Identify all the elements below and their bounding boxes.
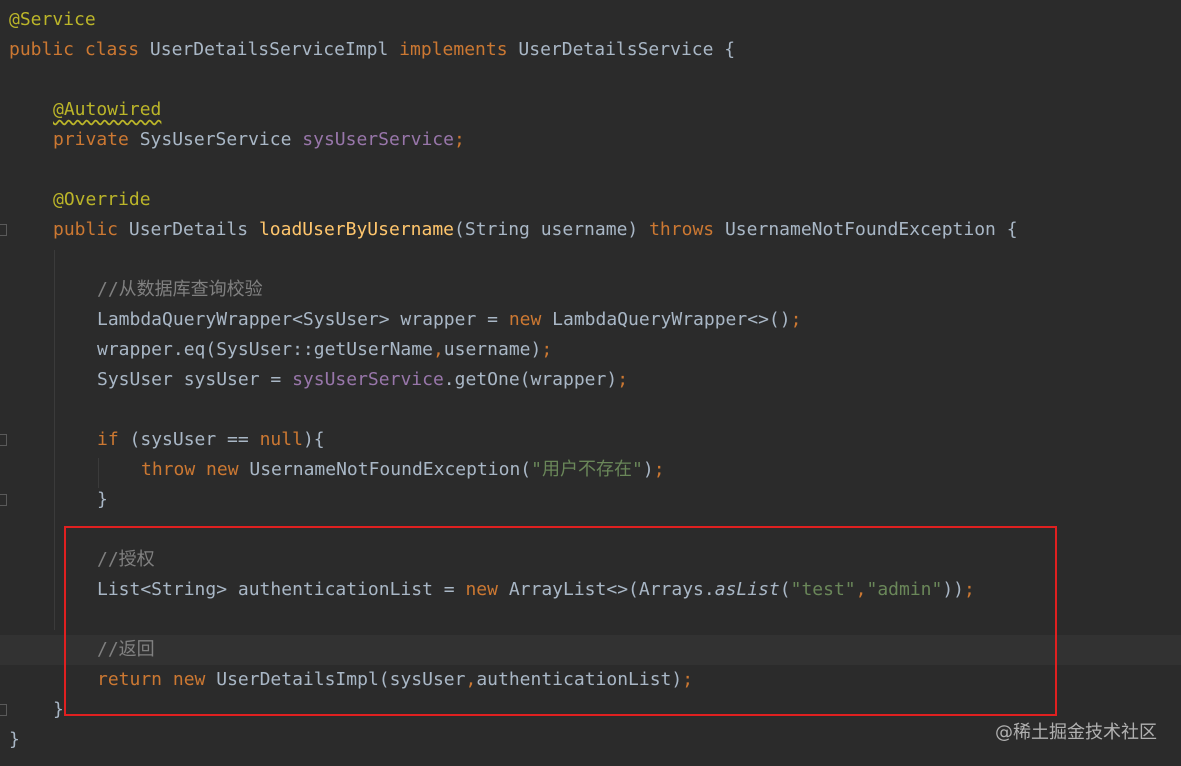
code-text: ){	[302, 429, 325, 450]
code-text: username)	[443, 339, 542, 360]
exception-name: UsernameNotFoundException {	[724, 219, 1018, 240]
annotation: @Autowired	[53, 99, 162, 120]
code-line-2[interactable]: public class UserDetailsServiceImpl impl…	[9, 35, 735, 65]
code-line-5[interactable]: private SysUserService sysUserService;	[53, 125, 465, 155]
closing-brace: }	[53, 699, 64, 720]
type-name: SysUserService	[139, 129, 292, 150]
code-line-17[interactable]: }	[97, 485, 108, 515]
fold-marker-icon[interactable]	[0, 494, 7, 506]
code-line-13[interactable]: SysUser sysUser = sysUserService.getOne(…	[97, 365, 628, 395]
code-text: LambdaQueryWrapper<SysUser> wrapper =	[97, 309, 509, 330]
code-editor[interactable]: @Service public class UserDetailsService…	[0, 0, 1181, 766]
code-line-16[interactable]: throw new UsernameNotFoundException("用户不…	[141, 455, 665, 485]
annotation: @Service	[9, 9, 96, 30]
code-line-12[interactable]: wrapper.eq(SysUser::getUserName,username…	[97, 335, 552, 365]
keyword: public	[9, 39, 75, 60]
code-text: wrapper.eq(SysUser::getUserName	[97, 339, 433, 360]
semicolon: ;	[541, 339, 553, 360]
keyword: class	[84, 39, 140, 60]
code-line-4[interactable]: @Autowired	[53, 95, 161, 125]
annotation: @Override	[53, 189, 151, 210]
keyword: if	[97, 429, 119, 450]
highlight-annotation-box	[64, 526, 1057, 716]
method-name: loadUserByUsername	[258, 219, 455, 240]
code-line-7[interactable]: @Override	[53, 185, 151, 215]
keyword: private	[53, 129, 129, 150]
fold-marker-icon[interactable]	[0, 224, 7, 236]
semicolon: ;	[790, 309, 802, 330]
interface-name: UserDetailsService {	[518, 39, 736, 60]
code-line-24[interactable]: }	[53, 695, 64, 725]
field-name: sysUserService	[302, 129, 454, 150]
code-line-8[interactable]: public UserDetails loadUserByUsername(St…	[53, 215, 1018, 245]
code-text: .getOne(wrapper)	[443, 369, 618, 390]
code-text: )	[642, 459, 654, 480]
code-line-10[interactable]: //从数据库查询校验	[97, 275, 263, 305]
semicolon: ;	[617, 369, 629, 390]
semicolon: ;	[453, 129, 465, 150]
comment: //从数据库查询校验	[97, 279, 263, 300]
keyword: implements	[399, 39, 508, 60]
code-line-25[interactable]: }	[9, 725, 20, 755]
watermark: @稀土掘金技术社区	[995, 722, 1157, 743]
closing-brace: }	[9, 729, 20, 750]
code-text: LambdaQueryWrapper<>()	[541, 309, 791, 330]
keyword: null	[259, 429, 303, 450]
code-text: UsernameNotFoundException(	[238, 459, 532, 480]
keyword: throws	[649, 219, 715, 240]
fold-marker-icon[interactable]	[0, 434, 7, 446]
class-name: UserDetailsServiceImpl	[149, 39, 389, 60]
keyword: new	[206, 459, 239, 480]
semicolon: ;	[653, 459, 665, 480]
code-line-11[interactable]: LambdaQueryWrapper<SysUser> wrapper = ne…	[97, 305, 801, 335]
field-name: sysUserService	[292, 369, 444, 390]
parameters: (String username)	[454, 219, 639, 240]
code-text: (sysUser ==	[118, 429, 260, 450]
code-text: SysUser sysUser =	[97, 369, 293, 390]
type-name: UserDetails	[128, 219, 249, 240]
keyword: public	[53, 219, 119, 240]
code-line-1[interactable]: @Service	[9, 5, 96, 35]
code-line-15[interactable]: if (sysUser == null){	[97, 425, 325, 455]
keyword: throw	[141, 459, 196, 480]
closing-brace: }	[97, 489, 108, 510]
keyword: new	[508, 309, 542, 330]
string-literal: "用户不存在"	[531, 459, 643, 480]
indent-guide	[54, 250, 55, 630]
indent-guide	[98, 458, 99, 488]
fold-marker-icon[interactable]	[0, 704, 7, 716]
comma: ,	[432, 339, 444, 360]
